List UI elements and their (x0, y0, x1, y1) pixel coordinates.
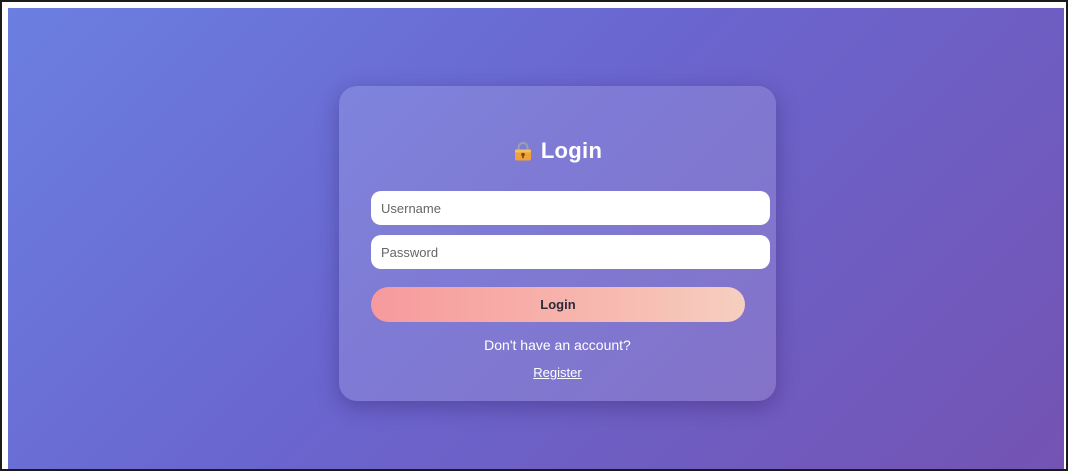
register-link[interactable]: Register (533, 365, 581, 380)
account-prompt: Don't have an account? (484, 337, 631, 353)
page-background: Login Login Don't have an account? Regis… (8, 8, 1064, 469)
username-input[interactable] (371, 191, 770, 225)
register-row: Register (339, 365, 776, 380)
login-button[interactable]: Login (371, 287, 745, 322)
login-title: Login (540, 138, 603, 163)
login-card: Login Login Don't have an account? Regis… (339, 86, 776, 401)
lock-icon (513, 141, 533, 161)
screenshot-frame: Login Login Don't have an account? Regis… (0, 0, 1068, 471)
login-header: Login (339, 136, 776, 166)
password-input[interactable] (371, 235, 770, 269)
